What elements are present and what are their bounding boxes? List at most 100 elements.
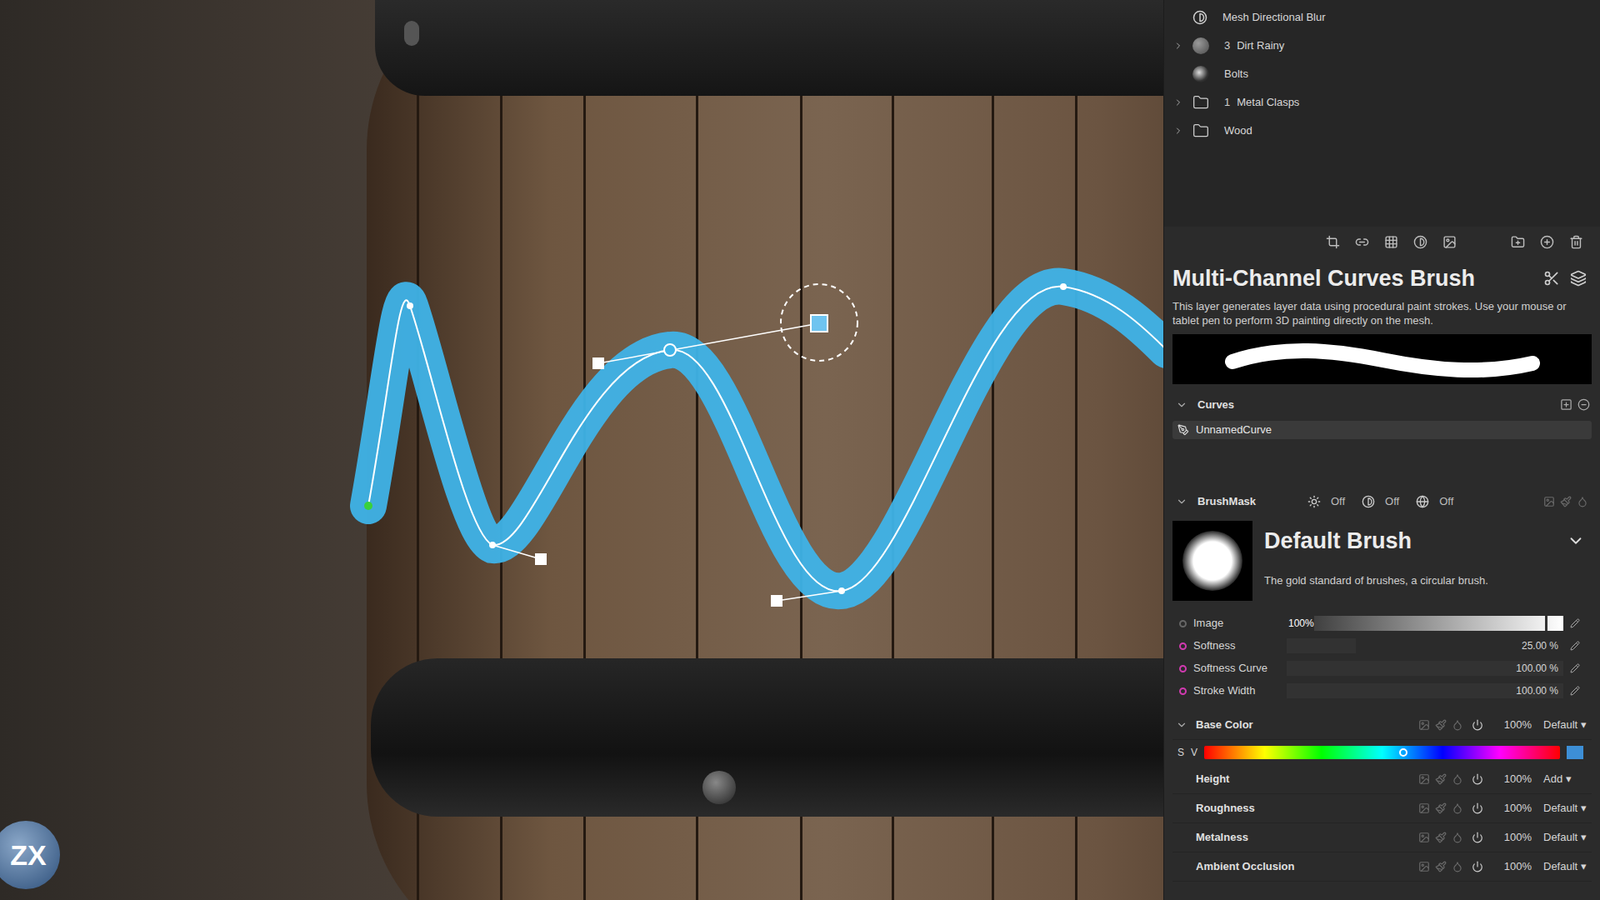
channel-row[interactable]: Metalness100%Default ▾	[1172, 823, 1592, 853]
mask-icon[interactable]	[1384, 235, 1399, 250]
map-icon[interactable]	[1418, 831, 1430, 844]
brush-icon[interactable]	[1560, 495, 1572, 508]
map-icon[interactable]	[1418, 802, 1430, 815]
channel-row[interactable]: Roughness100%Default ▾	[1172, 794, 1592, 824]
curves-header[interactable]: Curves	[1172, 389, 1592, 421]
channel: Base Color100%Default ▾SV	[1172, 710, 1592, 765]
map-icon[interactable]	[1418, 719, 1430, 731]
edit-icon[interactable]	[1570, 685, 1580, 696]
expand-icon[interactable]	[1173, 97, 1184, 108]
right-panel: Mesh Directional Blur 3Dirt Rainy Bolts 1 Me…	[1163, 0, 1600, 900]
blend-mode[interactable]: Add ▾	[1540, 770, 1592, 788]
blend-mode[interactable]: Default ▾	[1540, 858, 1592, 875]
param-slider[interactable]: 100.00 %	[1286, 660, 1564, 676]
param-slider[interactable]: 100.00 %	[1286, 683, 1564, 699]
layer-row[interactable]: Mesh Directional Blur	[1164, 3, 1600, 32]
blend-mode[interactable]: Default ▾	[1540, 716, 1592, 734]
power-icon[interactable]	[1471, 831, 1484, 844]
brush-icon[interactable]	[1435, 719, 1447, 731]
power-icon[interactable]	[1471, 802, 1484, 815]
folder-icon	[1192, 122, 1210, 140]
channel: Height100%Add ▾	[1172, 765, 1592, 795]
edit-icon[interactable]	[1570, 663, 1580, 674]
layer-name: Bolts	[1224, 65, 1249, 83]
layers-icon[interactable]	[1570, 270, 1587, 287]
param-slider[interactable]: 100%	[1286, 615, 1564, 631]
expand-icon[interactable]	[1173, 40, 1184, 51]
metal-band-bottom	[370, 658, 1164, 817]
brush-card[interactable]: Default BrushThe gold standard of brushe…	[1172, 520, 1592, 601]
link-icon[interactable]	[1355, 235, 1370, 250]
brush-icon[interactable]	[1435, 860, 1447, 873]
param-row: Softness Curve100.00 %	[1172, 657, 1592, 680]
channel: Roughness100%Default ▾	[1172, 794, 1592, 824]
mask-toggle[interactable]: Off	[1307, 493, 1352, 510]
brushmask-header[interactable]: BrushMaskOffOffOff	[1172, 487, 1592, 516]
fill-icon[interactable]	[1451, 860, 1464, 873]
new-folder-icon[interactable]	[1510, 235, 1525, 250]
layer-count: 3	[1224, 37, 1230, 55]
add-layer-icon[interactable]	[1540, 235, 1555, 250]
param-row: Softness25.00 %	[1172, 635, 1592, 658]
app-logo: ZX	[0, 820, 60, 890]
crop-icon[interactable]	[1325, 235, 1340, 250]
channel-row[interactable]: Height100%Add ▾	[1172, 765, 1592, 795]
power-icon[interactable]	[1471, 719, 1484, 731]
param-slider[interactable]: 25.00 %	[1286, 638, 1564, 654]
curve-item[interactable]: UnnamedCurve	[1172, 420, 1592, 440]
collapse-icon[interactable]	[1175, 399, 1188, 411]
layer-title: Multi-Channel Curves Brush	[1172, 261, 1475, 296]
remove-curve-icon[interactable]	[1577, 398, 1590, 411]
curve-stroke[interactable]	[0, 0, 1164, 900]
fill-icon[interactable]	[1451, 773, 1464, 785]
contrast-icon	[1361, 495, 1375, 509]
dropdown-icon[interactable]	[1566, 531, 1585, 550]
viewport[interactable]: ZX	[0, 0, 1164, 900]
param-row: Stroke Width100.00 %	[1172, 680, 1592, 703]
fill-icon[interactable]	[1451, 719, 1464, 731]
map-icon[interactable]	[1543, 495, 1555, 508]
sphere-icon	[1415, 495, 1430, 509]
brush-icon[interactable]	[1435, 802, 1447, 815]
blend-mode[interactable]: Default ▾	[1540, 800, 1592, 817]
collapse-icon[interactable]	[1175, 719, 1188, 731]
power-icon[interactable]	[1471, 773, 1484, 785]
delete-icon[interactable]	[1569, 235, 1584, 250]
fill-icon[interactable]	[1576, 495, 1589, 508]
mask-toggle[interactable]: Off	[1361, 493, 1406, 510]
layer-name: Mesh Directional Blur	[1222, 9, 1326, 26]
channel: Metalness100%Default ▾	[1172, 823, 1592, 853]
mask-toggle[interactable]: Off	[1415, 493, 1460, 510]
app: ZX Mesh Directional Blur 3Dirt Rainy Bolts 1…	[0, 0, 1600, 900]
add-curve-icon[interactable]	[1560, 398, 1573, 411]
adjustment-icon[interactable]	[1413, 235, 1428, 250]
color-swatch[interactable]	[1566, 745, 1584, 760]
edit-icon[interactable]	[1570, 640, 1580, 651]
color-picker[interactable]: SV	[1172, 740, 1592, 765]
layer-name: Metal Clasps	[1236, 94, 1300, 111]
layer-name: Wood	[1224, 122, 1253, 140]
brush-icon[interactable]	[1435, 831, 1447, 844]
channel-row[interactable]: Ambient Occlusion100%Default ▾	[1172, 852, 1592, 882]
power-icon[interactable]	[1471, 860, 1484, 873]
edit-icon[interactable]	[1570, 618, 1580, 629]
image-icon[interactable]	[1442, 235, 1457, 250]
layer-list: Mesh Directional Blur 3Dirt Rainy Bolts 1 Me…	[1164, 0, 1600, 227]
brush-icon[interactable]	[1435, 773, 1447, 785]
layer-row[interactable]: 1 Metal Clasps	[1164, 88, 1600, 117]
layer-row[interactable]: Bolts	[1164, 60, 1600, 89]
expand-icon[interactable]	[1173, 125, 1184, 136]
blend-mode[interactable]: Default ▾	[1540, 829, 1592, 846]
map-icon[interactable]	[1418, 860, 1430, 873]
paint-layer-icon	[1192, 37, 1210, 55]
layer-count: 1	[1224, 94, 1230, 111]
scissors-icon[interactable]	[1543, 270, 1560, 287]
collapse-icon[interactable]	[1175, 495, 1188, 508]
fill-icon[interactable]	[1451, 802, 1464, 815]
fill-icon[interactable]	[1451, 831, 1464, 844]
layer-row[interactable]: 3Dirt Rainy	[1164, 31, 1600, 60]
param-row: Image100%	[1172, 612, 1592, 635]
map-icon[interactable]	[1418, 773, 1430, 785]
layer-row[interactable]: Wood	[1164, 116, 1600, 145]
channel-row[interactable]: Base Color100%Default ▾	[1172, 710, 1592, 740]
